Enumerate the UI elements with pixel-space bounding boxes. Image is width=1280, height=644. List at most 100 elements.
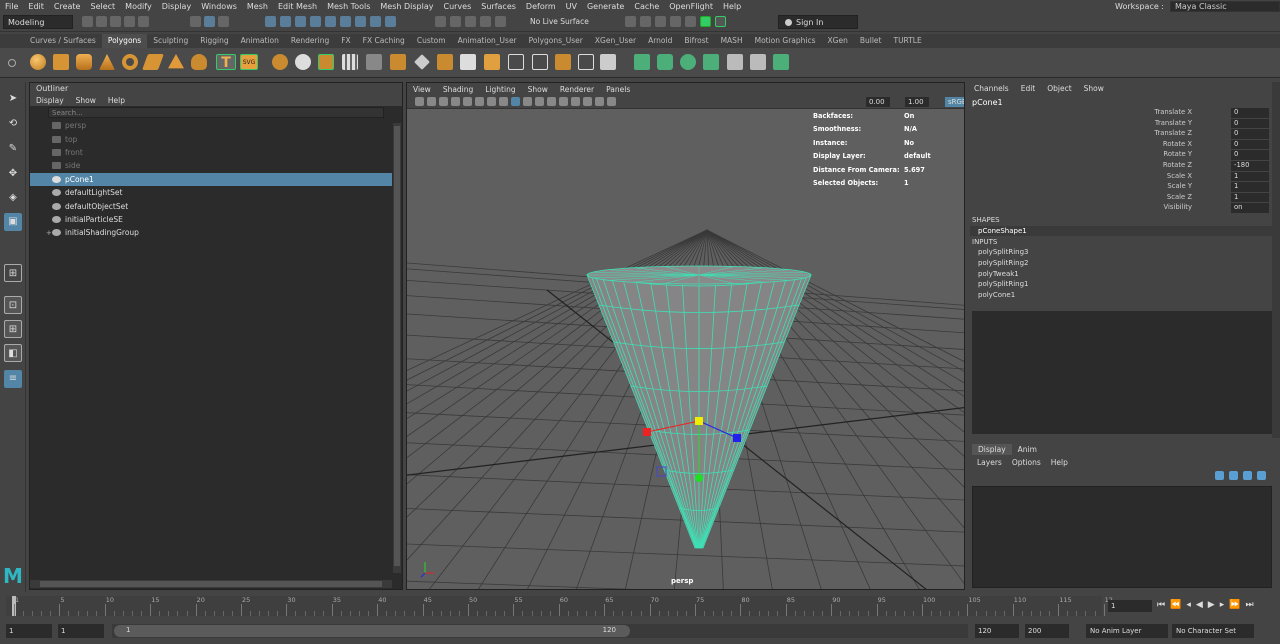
menu-edit[interactable]: Edit <box>23 2 49 11</box>
move-layer-up-icon[interactable] <box>1215 471 1224 480</box>
channel-value[interactable]: 1 <box>1231 171 1269 182</box>
snap-edge-icon[interactable] <box>355 16 366 27</box>
shelf-tab-mash[interactable]: MASH <box>715 34 749 48</box>
channel-value[interactable]: 0 <box>1231 129 1269 139</box>
menu-help[interactable]: Help <box>718 2 746 11</box>
shelf-tab-curves-surfaces[interactable]: Curves / Surfaces <box>24 34 102 48</box>
menu-set-dropdown[interactable]: Modeling <box>3 15 73 29</box>
step-forward-key-icon[interactable]: ▸ <box>1220 600 1225 610</box>
type-tool-icon[interactable]: T <box>216 54 236 71</box>
cylinder-tool-icon[interactable] <box>76 54 92 70</box>
cone-tool-icon[interactable] <box>99 54 115 70</box>
mash-icon-2[interactable] <box>715 16 726 27</box>
manip-x-handle[interactable] <box>643 428 651 436</box>
snap-vertex-icon[interactable] <box>340 16 351 27</box>
smooth-icon[interactable] <box>342 54 358 70</box>
channel-value[interactable]: 0 <box>1231 118 1269 129</box>
outliner-menu-help[interactable]: Help <box>102 96 131 105</box>
manip-z-handle[interactable] <box>733 434 741 442</box>
xray-icon[interactable] <box>607 97 616 106</box>
insert-edge-loop-icon[interactable] <box>532 54 548 70</box>
channel-row-rotate-y[interactable]: Rotate Y 0 <box>968 150 1280 161</box>
menu-surfaces[interactable]: Surfaces <box>476 2 521 11</box>
channel-menu-edit[interactable]: Edit <box>1015 83 1042 95</box>
channel-row-rotate-z[interactable]: Rotate Z -180 <box>968 161 1280 172</box>
menu-windows[interactable]: Windows <box>196 2 242 11</box>
shelf-tab-xgen-user[interactable]: XGen_User <box>589 34 642 48</box>
manip-center-handle[interactable] <box>695 417 703 425</box>
layer-tab-display[interactable]: Display <box>972 444 1012 455</box>
new-scene-icon[interactable] <box>82 16 93 27</box>
sphere-tool-icon[interactable] <box>30 54 46 70</box>
output-ops-icon[interactable] <box>450 16 461 27</box>
outliner-horizontal-scrollbar[interactable] <box>30 580 392 588</box>
render-settings-icon[interactable] <box>625 16 636 27</box>
camera-attr-icon[interactable] <box>427 97 436 106</box>
open-scene-icon[interactable] <box>96 16 107 27</box>
mash-icon-1[interactable] <box>700 16 711 27</box>
textured-icon[interactable] <box>523 97 532 106</box>
shadows-icon[interactable] <box>547 97 556 106</box>
layer-menu-options[interactable]: Options <box>1007 457 1046 468</box>
snap-point-icon[interactable] <box>295 16 306 27</box>
pyramid-tool-icon[interactable] <box>168 54 184 69</box>
select-object-icon[interactable] <box>204 16 215 27</box>
ambient-occlusion-icon[interactable] <box>559 97 568 106</box>
scroll-thumb[interactable] <box>394 126 400 566</box>
viewport-menu-renderer[interactable]: Renderer <box>554 85 600 94</box>
snap-grid-icon[interactable] <box>265 16 276 27</box>
film-gate-icon[interactable] <box>475 97 484 106</box>
channel-row-translate-y[interactable]: Translate Y 0 <box>968 118 1280 130</box>
grid-toggle-icon[interactable] <box>463 97 472 106</box>
shelf-tab-arnold[interactable]: Arnold <box>642 34 678 48</box>
channel-row-scale-x[interactable]: Scale X 1 <box>968 171 1280 183</box>
plane-tool-icon[interactable] <box>142 54 164 70</box>
menu-mesh-tools[interactable]: Mesh Tools <box>322 2 375 11</box>
step-back-key-icon[interactable]: ◂ <box>1186 600 1191 610</box>
menu-generate[interactable]: Generate <box>582 2 629 11</box>
cube-tool-icon[interactable] <box>53 54 69 70</box>
exposure-field[interactable]: 0.00 <box>866 97 890 107</box>
planar-uv-icon[interactable] <box>634 54 650 70</box>
shelf-tab-xgen[interactable]: XGen <box>822 34 854 48</box>
channel-box-object-name[interactable]: pCone1 <box>972 98 1003 107</box>
channel-value[interactable]: on <box>1231 203 1269 213</box>
side-tab-strip[interactable] <box>1272 82 1280 438</box>
shelf-tab-custom[interactable]: Custom <box>411 34 452 48</box>
motion-blur-icon[interactable] <box>571 97 580 106</box>
current-frame-field[interactable]: 1 <box>1108 600 1152 612</box>
time-slider-track[interactable]: 1 5 10 15 20 25 30 35 40 45 50 55 60 65 70 75 80 85 90 95 10… <box>6 596 1113 616</box>
move-tool-icon[interactable]: ✥ <box>4 165 22 183</box>
torus-tool-icon[interactable] <box>122 54 138 70</box>
outliner-menu-display[interactable]: Display <box>30 96 70 105</box>
anti-alias-icon[interactable] <box>583 97 592 106</box>
lasso-tool-icon[interactable]: ⟲ <box>4 115 22 133</box>
undo-icon[interactable] <box>124 16 135 27</box>
snap-pivot-icon[interactable] <box>385 16 396 27</box>
channel-menu-show[interactable]: Show <box>1078 83 1110 95</box>
menu-file[interactable]: File <box>0 2 23 11</box>
shelf-tab-bifrost[interactable]: Bifrost <box>678 34 714 48</box>
redo-icon[interactable] <box>138 16 149 27</box>
menu-mesh-display[interactable]: Mesh Display <box>375 2 438 11</box>
cylindrical-uv-icon[interactable] <box>657 54 673 70</box>
ipr-render-icon[interactable] <box>655 16 666 27</box>
shelf-tab-fx[interactable]: FX <box>335 34 356 48</box>
menu-curves[interactable]: Curves <box>438 2 476 11</box>
channel-value[interactable]: 1 <box>1231 192 1269 203</box>
symmetry-icon[interactable] <box>495 16 506 27</box>
magnet-icon[interactable] <box>480 16 491 27</box>
reduce-icon[interactable] <box>366 54 382 70</box>
shelf-tab-animation[interactable]: Animation <box>235 34 285 48</box>
select-component-icon[interactable] <box>218 16 229 27</box>
paint-select-icon[interactable]: ✎ <box>4 140 22 158</box>
image-plane-icon[interactable] <box>451 97 460 106</box>
bookmark-icon[interactable] <box>439 97 448 106</box>
input-node-polysplitring1[interactable]: polySplitRing1 <box>978 280 1028 288</box>
combine-icon[interactable] <box>272 54 288 70</box>
outliner-item-initialparticlese[interactable]: initialParticleSE <box>30 213 392 226</box>
outliner-item-top[interactable]: top <box>30 132 392 145</box>
viewport-menu-lighting[interactable]: Lighting <box>479 85 521 94</box>
outliner-item-initialshadinggroup[interactable]: + initialShadingGroup <box>30 226 392 239</box>
uv-editor-icon[interactable] <box>727 54 743 70</box>
